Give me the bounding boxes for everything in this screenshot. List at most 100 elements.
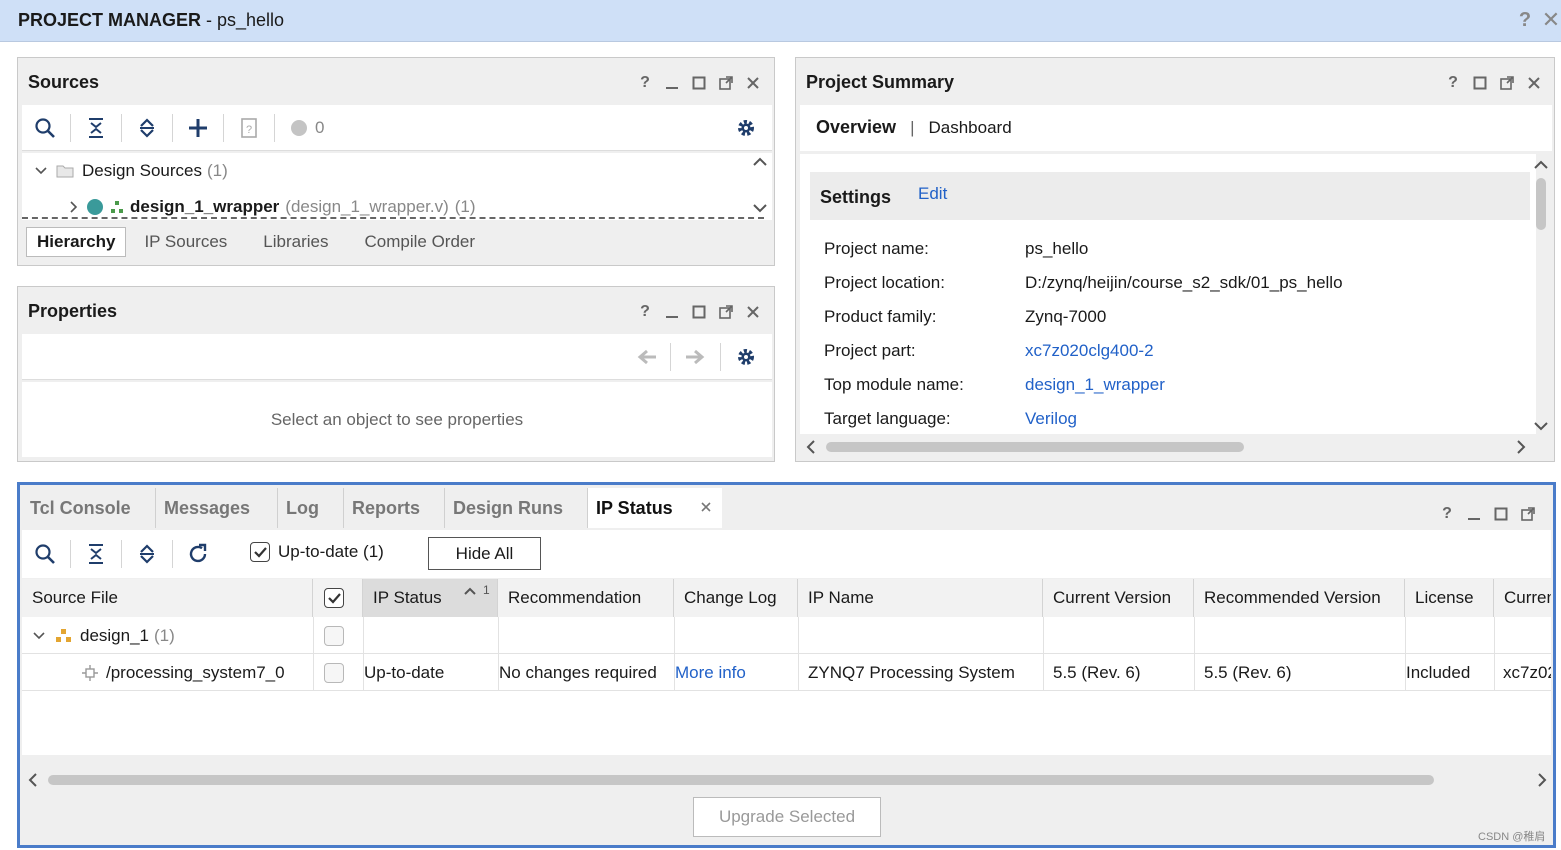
maximize-icon[interactable] bbox=[1471, 74, 1489, 92]
uptodate-filter[interactable]: Up-to-date (1) bbox=[250, 542, 384, 562]
chevron-down-icon[interactable] bbox=[32, 629, 46, 643]
tab-ip-status[interactable]: IP Status bbox=[588, 488, 722, 528]
horizontal-scrollbar[interactable] bbox=[48, 775, 1434, 785]
upgrade-selected-button[interactable]: Upgrade Selected bbox=[693, 797, 881, 837]
toolbar-separator bbox=[223, 114, 224, 142]
back-arrow-icon[interactable] bbox=[636, 347, 658, 367]
chevron-down-icon[interactable] bbox=[34, 164, 48, 178]
minimize-icon[interactable] bbox=[1465, 505, 1483, 523]
ip-status-panel: Tcl Console Messages Log Reports Design … bbox=[17, 482, 1556, 848]
ip-status-table: Source File IP Status 1 Recommendation C… bbox=[22, 579, 1551, 755]
col-license[interactable]: License bbox=[1405, 579, 1494, 617]
expand-all-icon[interactable] bbox=[136, 543, 158, 565]
chevron-right-icon[interactable] bbox=[68, 200, 80, 214]
add-sources-icon[interactable] bbox=[187, 117, 209, 139]
minimize-icon[interactable] bbox=[663, 74, 681, 92]
toolbar-separator bbox=[70, 540, 71, 568]
float-window-icon[interactable] bbox=[1519, 505, 1537, 523]
scroll-left-icon[interactable] bbox=[804, 439, 818, 455]
scroll-up-icon[interactable] bbox=[1533, 158, 1549, 172]
sources-title: Sources bbox=[28, 72, 100, 92]
col-change-log[interactable]: Change Log bbox=[674, 579, 798, 617]
help-icon[interactable]: ? bbox=[1516, 9, 1534, 31]
maximize-icon[interactable] bbox=[1492, 505, 1510, 523]
search-icon[interactable] bbox=[34, 543, 56, 565]
col-select-all[interactable] bbox=[313, 579, 363, 617]
close-icon[interactable] bbox=[744, 74, 762, 92]
expand-all-icon[interactable] bbox=[136, 117, 158, 139]
tab-dashboard[interactable]: Dashboard bbox=[928, 118, 1011, 138]
help-icon[interactable]: ? bbox=[636, 303, 654, 321]
col-ip-status[interactable]: IP Status 1 bbox=[363, 579, 498, 617]
tab-ip-sources[interactable]: IP Sources bbox=[126, 228, 245, 256]
project-part-link[interactable]: xc7z020clg400-2 bbox=[1025, 341, 1154, 361]
tab-overview[interactable]: Overview bbox=[816, 117, 896, 138]
ip-name-cell: ZYNQ7 Processing System bbox=[808, 662, 1015, 682]
help-icon[interactable]: ? bbox=[636, 74, 654, 92]
select-all-checkbox[interactable] bbox=[324, 588, 344, 608]
tab-design-runs[interactable]: Design Runs bbox=[445, 488, 588, 528]
help-icon[interactable]: ? bbox=[1438, 505, 1456, 523]
properties-panel: Properties ? Select an object to see pro… bbox=[17, 286, 775, 462]
gear-icon[interactable] bbox=[736, 118, 756, 138]
float-window-icon[interactable] bbox=[717, 303, 735, 321]
close-tab-icon[interactable] bbox=[700, 501, 712, 513]
vertical-scrollbar[interactable] bbox=[1536, 178, 1546, 230]
row-checkbox[interactable] bbox=[324, 663, 344, 683]
col-recommended-version[interactable]: Recommended Version bbox=[1194, 579, 1405, 617]
edit-link[interactable]: Edit bbox=[918, 184, 947, 204]
sources-tree: Design Sources (1) design_1_wrapper (des… bbox=[22, 153, 772, 220]
scroll-down-icon[interactable] bbox=[1533, 419, 1549, 433]
maximize-icon[interactable] bbox=[690, 74, 708, 92]
collapse-all-icon[interactable] bbox=[85, 117, 107, 139]
search-icon[interactable] bbox=[34, 117, 56, 139]
scroll-down-icon[interactable] bbox=[752, 201, 768, 215]
design-sources-count: (1) bbox=[207, 161, 228, 180]
properties-title: Properties bbox=[28, 301, 118, 321]
scroll-up-icon[interactable] bbox=[752, 155, 768, 169]
col-recommendation[interactable]: Recommendation bbox=[498, 579, 674, 617]
tab-reports[interactable]: Reports bbox=[344, 488, 445, 528]
gear-icon[interactable] bbox=[736, 347, 756, 367]
tab-messages[interactable]: Messages bbox=[156, 488, 278, 528]
tree-row-wrapper[interactable]: design_1_wrapper (design_1_wrapper.v) (1… bbox=[68, 197, 476, 217]
tab-log[interactable]: Log bbox=[278, 488, 344, 528]
help-icon[interactable]: ? bbox=[1444, 74, 1462, 92]
tab-compile-order[interactable]: Compile Order bbox=[346, 228, 493, 256]
close-icon[interactable]: ✕ bbox=[1542, 7, 1560, 32]
table-row-group[interactable]: design_1 (1) bbox=[22, 617, 1551, 654]
close-icon[interactable] bbox=[744, 303, 762, 321]
horizontal-scrollbar[interactable] bbox=[826, 442, 1244, 452]
uptodate-checkbox[interactable] bbox=[250, 542, 270, 562]
tab-hierarchy[interactable]: Hierarchy bbox=[26, 227, 127, 257]
unknown-file-icon[interactable]: ? bbox=[238, 117, 260, 139]
scroll-right-icon[interactable] bbox=[1514, 439, 1528, 455]
sources-window-controls: ? bbox=[636, 74, 762, 92]
page-title-project: ps_hello bbox=[217, 10, 285, 30]
refresh-icon[interactable] bbox=[187, 543, 209, 565]
tab-libraries[interactable]: Libraries bbox=[245, 228, 346, 256]
group-checkbox[interactable] bbox=[324, 626, 344, 646]
col-current-part[interactable]: Curren bbox=[1494, 579, 1551, 617]
page-title-label: PROJECT MANAGER bbox=[18, 10, 202, 30]
forward-arrow-icon[interactable] bbox=[684, 347, 706, 367]
tab-tcl-console[interactable]: Tcl Console bbox=[22, 488, 156, 528]
collapse-all-icon[interactable] bbox=[85, 543, 107, 565]
col-ip-name[interactable]: IP Name bbox=[798, 579, 1043, 617]
close-icon[interactable] bbox=[1525, 74, 1543, 92]
table-row[interactable]: /processing_system7_0 Up-to-date No chan… bbox=[22, 654, 1551, 691]
scroll-left-icon[interactable] bbox=[26, 772, 40, 788]
hide-all-button[interactable]: Hide All bbox=[428, 537, 541, 570]
more-info-link[interactable]: More info bbox=[675, 654, 798, 691]
tree-row-design-sources[interactable]: Design Sources (1) bbox=[34, 161, 228, 181]
minimize-icon[interactable] bbox=[663, 303, 681, 321]
col-current-version[interactable]: Current Version bbox=[1043, 579, 1194, 617]
float-window-icon[interactable] bbox=[1498, 74, 1516, 92]
top-module-link[interactable]: design_1_wrapper bbox=[1025, 375, 1165, 395]
target-language-link[interactable]: Verilog bbox=[1025, 409, 1077, 429]
scroll-right-icon[interactable] bbox=[1535, 772, 1549, 788]
status-cell: Up-to-date bbox=[364, 662, 445, 682]
float-window-icon[interactable] bbox=[717, 74, 735, 92]
maximize-icon[interactable] bbox=[690, 303, 708, 321]
col-source-file[interactable]: Source File bbox=[22, 579, 313, 617]
